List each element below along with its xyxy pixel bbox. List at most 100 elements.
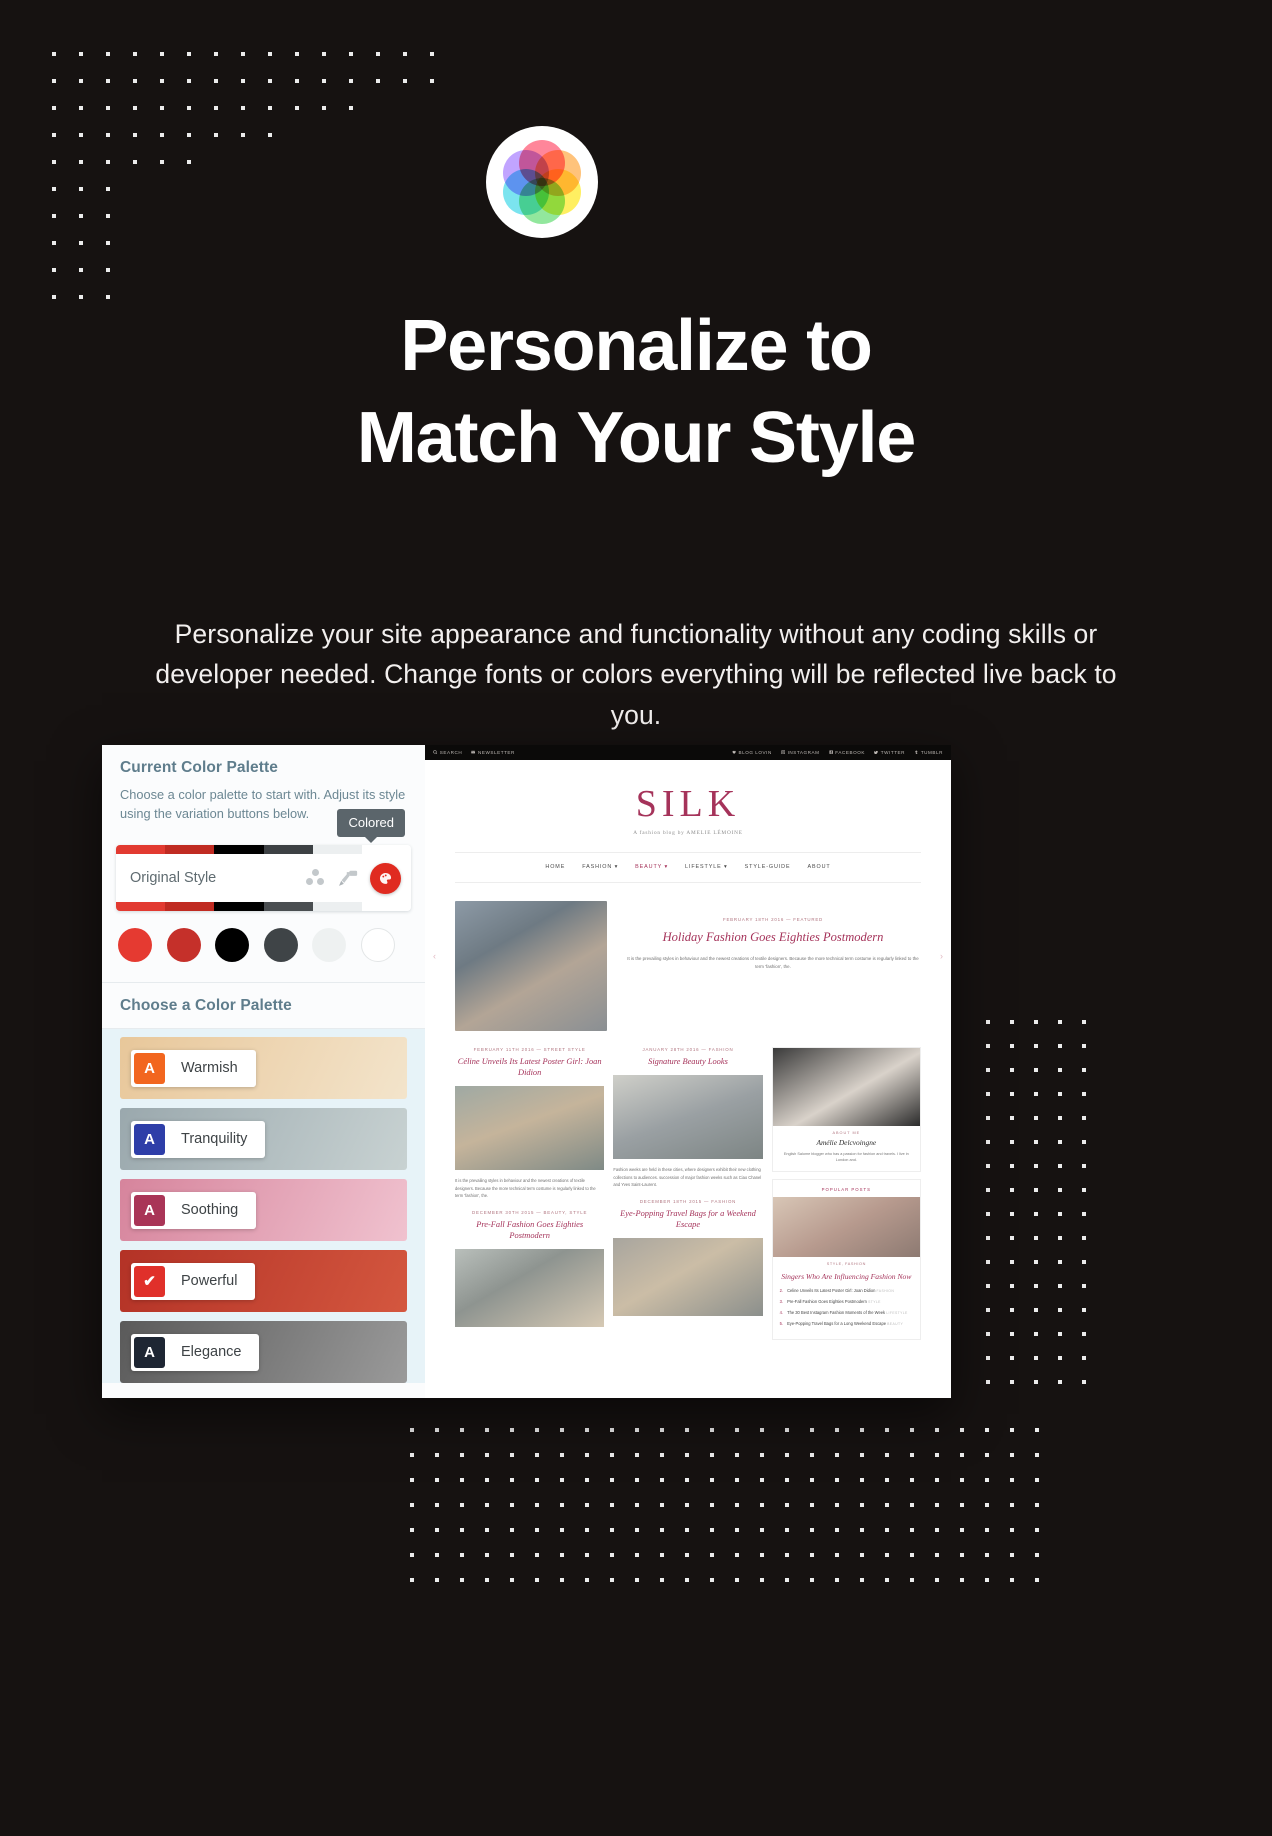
decorative-dot [106, 133, 110, 137]
decorative-dot [160, 52, 164, 56]
decorative-dot [1082, 1044, 1086, 1048]
popular-feature-category: STYLE, FASHION [826, 1261, 866, 1266]
decorative-dot [410, 1428, 414, 1432]
popular-post-category: FASHION [876, 1288, 895, 1293]
palette-list-item[interactable]: ✔ Powerful [120, 1250, 407, 1313]
decorative-dot [785, 1428, 789, 1432]
decorative-dot [986, 1020, 990, 1024]
color-variation-dots-icon[interactable] [306, 868, 325, 888]
nav-item[interactable]: FASHION ▾ [582, 864, 618, 870]
topbar-link[interactable]: BLOG LOVIN [732, 750, 772, 756]
nav-item[interactable]: STYLE-GUIDE [745, 864, 791, 870]
decorative-dot [187, 52, 191, 56]
palette-list-item[interactable]: A Soothing [120, 1179, 407, 1242]
decorative-dot [785, 1478, 789, 1482]
decorative-dot [860, 1578, 864, 1582]
decorative-dot [1082, 1140, 1086, 1144]
decorative-dot [785, 1578, 789, 1582]
topbar-link[interactable]: SEARCH [433, 750, 462, 756]
color-swatch[interactable] [360, 928, 395, 963]
decorative-dot [1082, 1188, 1086, 1192]
decorative-dot [860, 1528, 864, 1532]
featured-title[interactable]: Holiday Fashion Goes Eighties Postmodern [625, 929, 921, 946]
featured-post: FEBRUARY 18TH 2016 — FEATURED Holiday Fa… [425, 883, 951, 1031]
palette-list-item[interactable]: A Elegance [120, 1321, 407, 1384]
post-title-2[interactable]: Eye-Popping Travel Bags for a Weekend Es… [613, 1209, 762, 1231]
original-style-row[interactable]: Colored Original Style [116, 809, 411, 912]
topbar-social-links[interactable]: BLOG LOVIN INSTAGRAM FACEBOOK TWITTER TUMBLR [732, 749, 943, 756]
strip-segment [116, 845, 166, 855]
decorative-dot [935, 1453, 939, 1457]
topbar-link[interactable]: FACEBOOK [828, 750, 865, 756]
popular-post-item[interactable]: 5. Eye-Popping Travel Bags for a Long Wee… [780, 1321, 913, 1327]
colored-circle-icon[interactable] [370, 862, 401, 894]
post-title[interactable]: Signature Beauty Looks [613, 1057, 762, 1068]
decorative-dot [735, 1503, 739, 1507]
decorative-dot [535, 1453, 539, 1457]
nav-item[interactable]: ABOUT [807, 864, 830, 870]
decorative-dot [1058, 1188, 1062, 1192]
palette-list[interactable]: A Warmish A Tranquility A Soothing ✔ Powerful A E… [102, 1029, 425, 1384]
decorative-dot [635, 1428, 639, 1432]
color-swatch[interactable] [263, 928, 298, 963]
carousel-next-icon[interactable]: › [940, 951, 943, 961]
decorative-dot [1010, 1553, 1014, 1557]
palette-font-badge: A [134, 1336, 165, 1368]
popular-post-item[interactable]: 4. The 30 Best Instagram Fashion Moments … [780, 1310, 913, 1316]
nav-item[interactable]: HOME [545, 864, 565, 870]
topbar-link[interactable]: TWITTER [873, 750, 905, 756]
color-swatch[interactable] [166, 928, 201, 963]
site-navigation[interactable]: HOME FASHION ▾ BEAUTY ▾ LIFESTYLE ▾ STYLE-GU… [455, 852, 921, 883]
decorative-dot [835, 1478, 839, 1482]
decorative-dot [585, 1453, 589, 1457]
instagram-icon [781, 749, 786, 756]
post-title-2[interactable]: Pre-Fall Fashion Goes Eighties Postmoder… [455, 1220, 604, 1242]
decorative-dot [985, 1528, 989, 1532]
decorative-dot [535, 1428, 539, 1432]
decorative-dot [510, 1528, 514, 1532]
popular-post-item[interactable]: 2. Celine Unveils Its Latest Poster Girl:… [780, 1288, 913, 1294]
post-card: FEBRUARY 11TH 2016 — STREET STYLE Céline… [455, 1047, 605, 1340]
popular-posts-list[interactable]: 2. Celine Unveils Its Latest Poster Girl:… [773, 1284, 920, 1340]
decorative-dot [935, 1428, 939, 1432]
strip-segment [361, 845, 411, 855]
topbar-link[interactable]: NEWSLETTER [471, 750, 515, 756]
decorative-dot [735, 1478, 739, 1482]
paint-roller-icon[interactable] [338, 869, 359, 888]
color-swatch[interactable] [312, 928, 346, 963]
palette-swatches[interactable] [118, 928, 409, 963]
topbar-left-links[interactable]: SEARCH NEWSLETTER [433, 750, 515, 756]
original-style-label: Original Style [130, 870, 217, 887]
color-swatch[interactable] [118, 928, 152, 963]
decorative-dot [1034, 1140, 1038, 1144]
decorative-dot [160, 160, 164, 164]
topbar-link[interactable]: INSTAGRAM [781, 749, 820, 756]
palette-list-item[interactable]: A Warmish [120, 1037, 407, 1100]
post-excerpt: Fashion weeks are held in these cities, … [613, 1166, 762, 1188]
decorative-dot [760, 1453, 764, 1457]
topbar-link[interactable]: TUMBLR [914, 750, 943, 756]
popular-post-item[interactable]: 3. Pre-Fall Fashion Goes Eighties Postmod… [780, 1299, 913, 1305]
popular-feature-title[interactable]: Singers Who Are Influencing Fashion Now [773, 1272, 920, 1284]
decorative-dot [635, 1578, 639, 1582]
popular-post-number: 5. [779, 1321, 784, 1327]
decorative-dot [435, 1478, 439, 1482]
palette-chip: A Elegance [131, 1333, 260, 1371]
carousel-prev-icon[interactable]: ‹ [433, 951, 436, 961]
decorative-dot [885, 1428, 889, 1432]
post-title[interactable]: Céline Unveils Its Latest Poster Girl: J… [455, 1057, 604, 1079]
decorative-dot [1010, 1116, 1014, 1120]
decorative-dot [1010, 1068, 1014, 1072]
decorative-dot [685, 1578, 689, 1582]
nav-item[interactable]: LIFESTYLE ▾ [685, 864, 728, 870]
nav-item[interactable]: BEAUTY ▾ [635, 864, 668, 870]
heart-icon [732, 750, 737, 756]
decorative-dot-grid-right [986, 1020, 1106, 1404]
palette-list-item[interactable]: A Tranquility [120, 1108, 407, 1171]
decorative-dot [1010, 1164, 1014, 1168]
decorative-dot [403, 79, 407, 83]
color-swatch[interactable] [215, 928, 249, 963]
decorative-dot [1082, 1068, 1086, 1072]
decorative-dot [52, 214, 56, 218]
topbar-link-label: TUMBLR [920, 750, 943, 755]
